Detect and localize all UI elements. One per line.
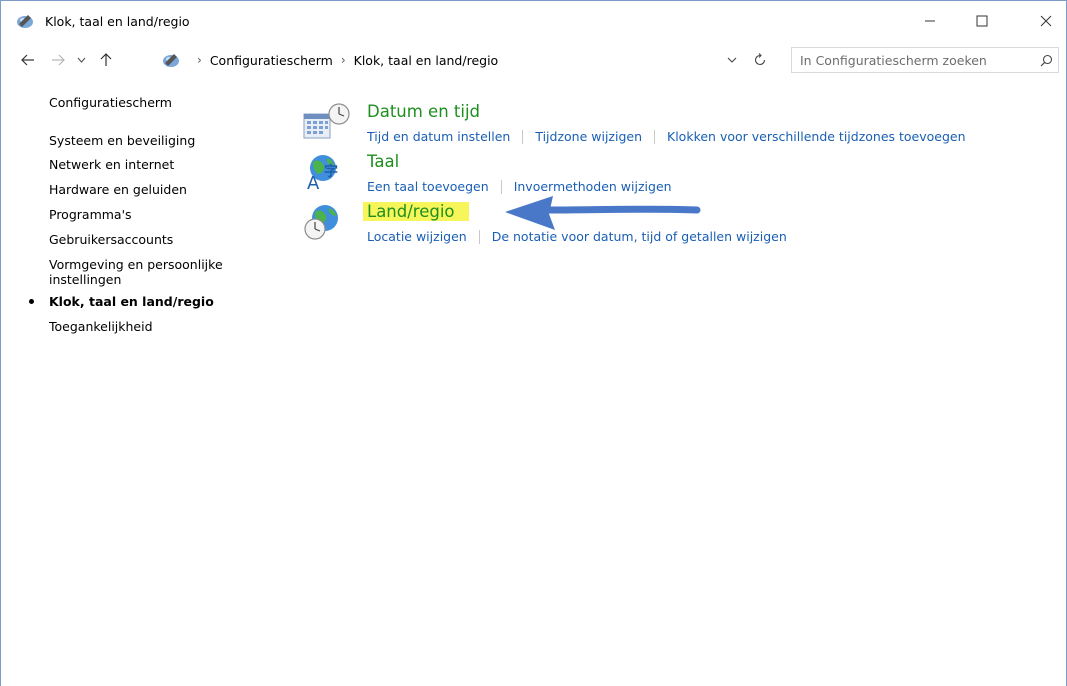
sidebar-item-appearance[interactable]: Vormgeving en persoonlijke	[49, 257, 223, 272]
link-divider	[522, 129, 524, 144]
svg-text:A: A	[307, 173, 320, 192]
category-title[interactable]: Land/regio	[363, 202, 469, 221]
control-panel-window: Klok, taal en land/regio › Configuraties…	[0, 0, 1067, 686]
maximize-button[interactable]	[959, 1, 1005, 41]
link-set-time-date[interactable]: Tijd en datum instellen	[367, 129, 510, 144]
breadcrumb-separator-icon[interactable]: ›	[341, 53, 346, 67]
sidebar-item-programs[interactable]: Programma's	[49, 207, 132, 222]
arrow-up-icon	[100, 53, 112, 66]
minimize-icon	[925, 20, 935, 22]
maximize-icon	[976, 15, 988, 27]
sidebar-item-network-internet[interactable]: Netwerk en internet	[49, 157, 174, 172]
link-divider	[478, 229, 480, 244]
control-panel-icon	[17, 15, 33, 28]
address-dropdown-button[interactable]	[723, 47, 741, 73]
forward-button[interactable]	[47, 43, 69, 77]
language-globe-icon[interactable]: A 字	[303, 152, 353, 192]
sidebar-item-appearance-line2[interactable]: instellingen	[49, 272, 121, 287]
svg-text:字: 字	[324, 163, 338, 180]
refresh-button[interactable]	[749, 47, 771, 73]
sidebar-home-link[interactable]: Configuratiescherm	[49, 95, 172, 110]
navigation-bar: › Configuratiescherm › Klok, taal en lan…	[1, 43, 1066, 77]
sidebar-item-clock-language-region[interactable]: Klok, taal en land/regio	[29, 294, 214, 309]
minimize-button[interactable]	[907, 1, 953, 41]
breadcrumb-control-panel[interactable]: Configuratiescherm	[210, 53, 333, 68]
sidebar-item-label: Klok, taal en land/regio	[49, 294, 214, 309]
region-globe-clock-icon[interactable]	[303, 202, 353, 242]
sidebar-item-user-accounts[interactable]: Gebruikersaccounts	[49, 232, 173, 247]
window-title: Klok, taal en land/regio	[45, 14, 190, 29]
recent-locations-button[interactable]	[73, 43, 89, 77]
chevron-down-icon	[727, 57, 737, 63]
link-change-timezone[interactable]: Tijdzone wijzigen	[535, 129, 642, 144]
annotation-arrow-icon	[505, 196, 701, 230]
back-button[interactable]	[17, 43, 39, 77]
link-add-clocks[interactable]: Klokken voor verschillende tijdzones toe…	[667, 129, 966, 144]
arrow-left-icon	[21, 54, 34, 66]
address-bar[interactable]: › Configuratiescherm › Klok, taal en lan…	[161, 47, 781, 73]
link-change-location[interactable]: Locatie wijzigen	[367, 229, 467, 244]
sidebar-item-hardware-sound[interactable]: Hardware en geluiden	[49, 182, 187, 197]
close-button[interactable]	[1023, 1, 1067, 41]
title-bar: Klok, taal en land/regio	[1, 1, 1066, 41]
chevron-down-icon	[77, 57, 85, 63]
control-panel-icon	[163, 54, 179, 67]
category-links: Tijd en datum instellen Tijdzone wijzige…	[367, 129, 966, 144]
current-item-bullet	[29, 299, 34, 304]
clock-calendar-icon[interactable]	[303, 102, 353, 142]
refresh-icon	[754, 53, 766, 66]
close-icon	[1040, 15, 1052, 27]
search-input[interactable]: In Configuratiescherm zoeken	[800, 53, 1034, 68]
category-title[interactable]: Taal	[367, 152, 399, 171]
breadcrumb-separator-icon[interactable]: ›	[197, 53, 202, 67]
category-title[interactable]: Datum en tijd	[367, 102, 480, 121]
search-icon[interactable]	[1034, 48, 1058, 72]
sidebar-item-accessibility[interactable]: Toegankelijkheid	[49, 319, 153, 334]
link-add-language[interactable]: Een taal toevoegen	[367, 179, 489, 194]
arrow-right-icon	[52, 54, 65, 66]
breadcrumb-current[interactable]: Klok, taal en land/regio	[354, 53, 499, 68]
up-button[interactable]	[95, 43, 117, 77]
search-box[interactable]: In Configuratiescherm zoeken	[791, 47, 1059, 73]
sidebar-item-system-security[interactable]: Systeem en beveiliging	[49, 133, 195, 148]
link-divider	[654, 129, 656, 144]
